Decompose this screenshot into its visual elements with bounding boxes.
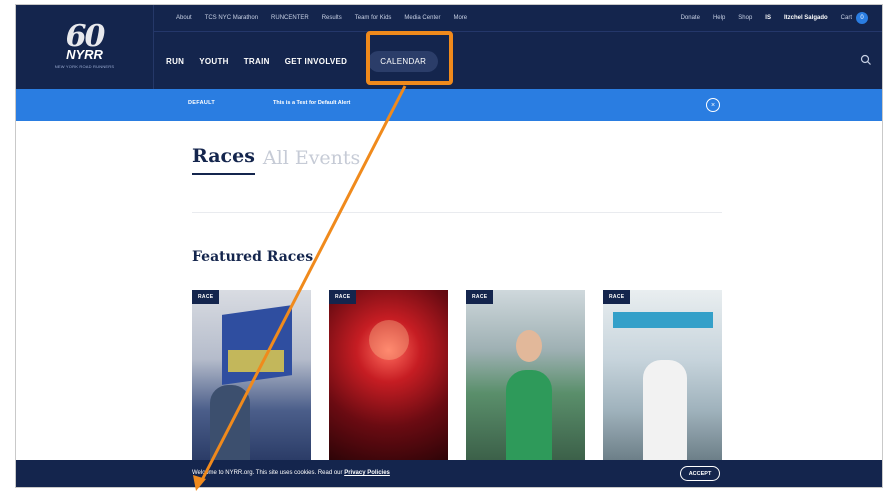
utility-right: Donate Help Shop IS Itzchel Salgado Cart…: [681, 5, 868, 31]
cookie-banner: Welcome to NYRR.org. This site uses cook…: [16, 460, 882, 487]
race-card[interactable]: RACE: [466, 290, 585, 462]
util-link-marathon[interactable]: TCS NYC Marathon: [205, 15, 258, 21]
nyrr-logo[interactable]: 60 NYRR NEW YORK ROAD RUNNERS: [16, 5, 154, 89]
privacy-policy-link[interactable]: Privacy Policies: [344, 470, 390, 476]
featured-races-heading: Featured Races: [192, 249, 314, 265]
user-menu[interactable]: Itzchel Salgado: [784, 15, 828, 21]
alert-message: This is a Test for Default Alert: [273, 100, 351, 106]
util-link-results[interactable]: Results: [322, 15, 342, 21]
cart-label: Cart: [840, 15, 852, 21]
cookie-message: Welcome to NYRR.org. This site uses cook…: [192, 470, 345, 476]
race-badge: RACE: [603, 290, 631, 304]
search-icon[interactable]: [860, 54, 874, 68]
race-photo-detail: [228, 350, 284, 372]
race-photo-runner: [643, 360, 687, 462]
utility-nav: About TCS NYC Marathon RUNCENTER Results…: [176, 5, 467, 31]
alert-close-icon[interactable]: ×: [706, 98, 720, 112]
race-badge: RACE: [329, 290, 357, 304]
util-link-runcenter[interactable]: RUNCENTER: [271, 15, 309, 21]
cart-count-badge: 0: [856, 12, 868, 24]
race-photo-sign: [613, 312, 713, 328]
race-card[interactable]: RACE: [603, 290, 722, 462]
race-photo-face: [516, 330, 542, 362]
shop-link[interactable]: Shop: [738, 15, 752, 21]
race-photo: [369, 320, 409, 360]
race-badge: RACE: [192, 290, 220, 304]
nav-run[interactable]: RUN: [166, 57, 184, 66]
divider: [192, 212, 722, 213]
util-link-team-for-kids[interactable]: Team for Kids: [355, 15, 392, 21]
race-photo: [222, 305, 292, 385]
logo-60: 60: [65, 19, 106, 54]
race-badge: RACE: [466, 290, 494, 304]
accept-cookies-button[interactable]: ACCEPT: [680, 466, 720, 481]
alert-banner: DEFAULT This is a Test for Default Alert…: [16, 89, 882, 121]
nav-get-involved[interactable]: GET INVOLVED: [285, 57, 348, 66]
util-link-about[interactable]: About: [176, 15, 192, 21]
help-link[interactable]: Help: [713, 15, 725, 21]
race-card[interactable]: RACE: [192, 290, 311, 462]
donate-link[interactable]: Donate: [681, 15, 700, 21]
race-photo-runner: [506, 370, 552, 462]
race-card[interactable]: RACE: [329, 290, 448, 462]
calendar-highlight-box: [366, 31, 453, 85]
tab-races[interactable]: Races: [192, 145, 255, 175]
tab-all-events[interactable]: All Events: [263, 147, 360, 175]
alert-tag: DEFAULT: [188, 100, 216, 106]
util-link-more[interactable]: More: [453, 15, 467, 21]
event-tabs: Races All Events: [192, 145, 360, 175]
nav-youth[interactable]: YOUTH: [199, 57, 229, 66]
user-initials: IS: [765, 15, 771, 21]
nav-train[interactable]: TRAIN: [244, 57, 270, 66]
cookie-text: Welcome to NYRR.org. This site uses cook…: [192, 470, 390, 476]
logo-tagline: NEW YORK ROAD RUNNERS: [54, 64, 115, 69]
util-link-media-center[interactable]: Media Center: [404, 15, 440, 21]
cart-link[interactable]: Cart 0: [841, 12, 868, 24]
race-photo-runner: [210, 385, 250, 462]
